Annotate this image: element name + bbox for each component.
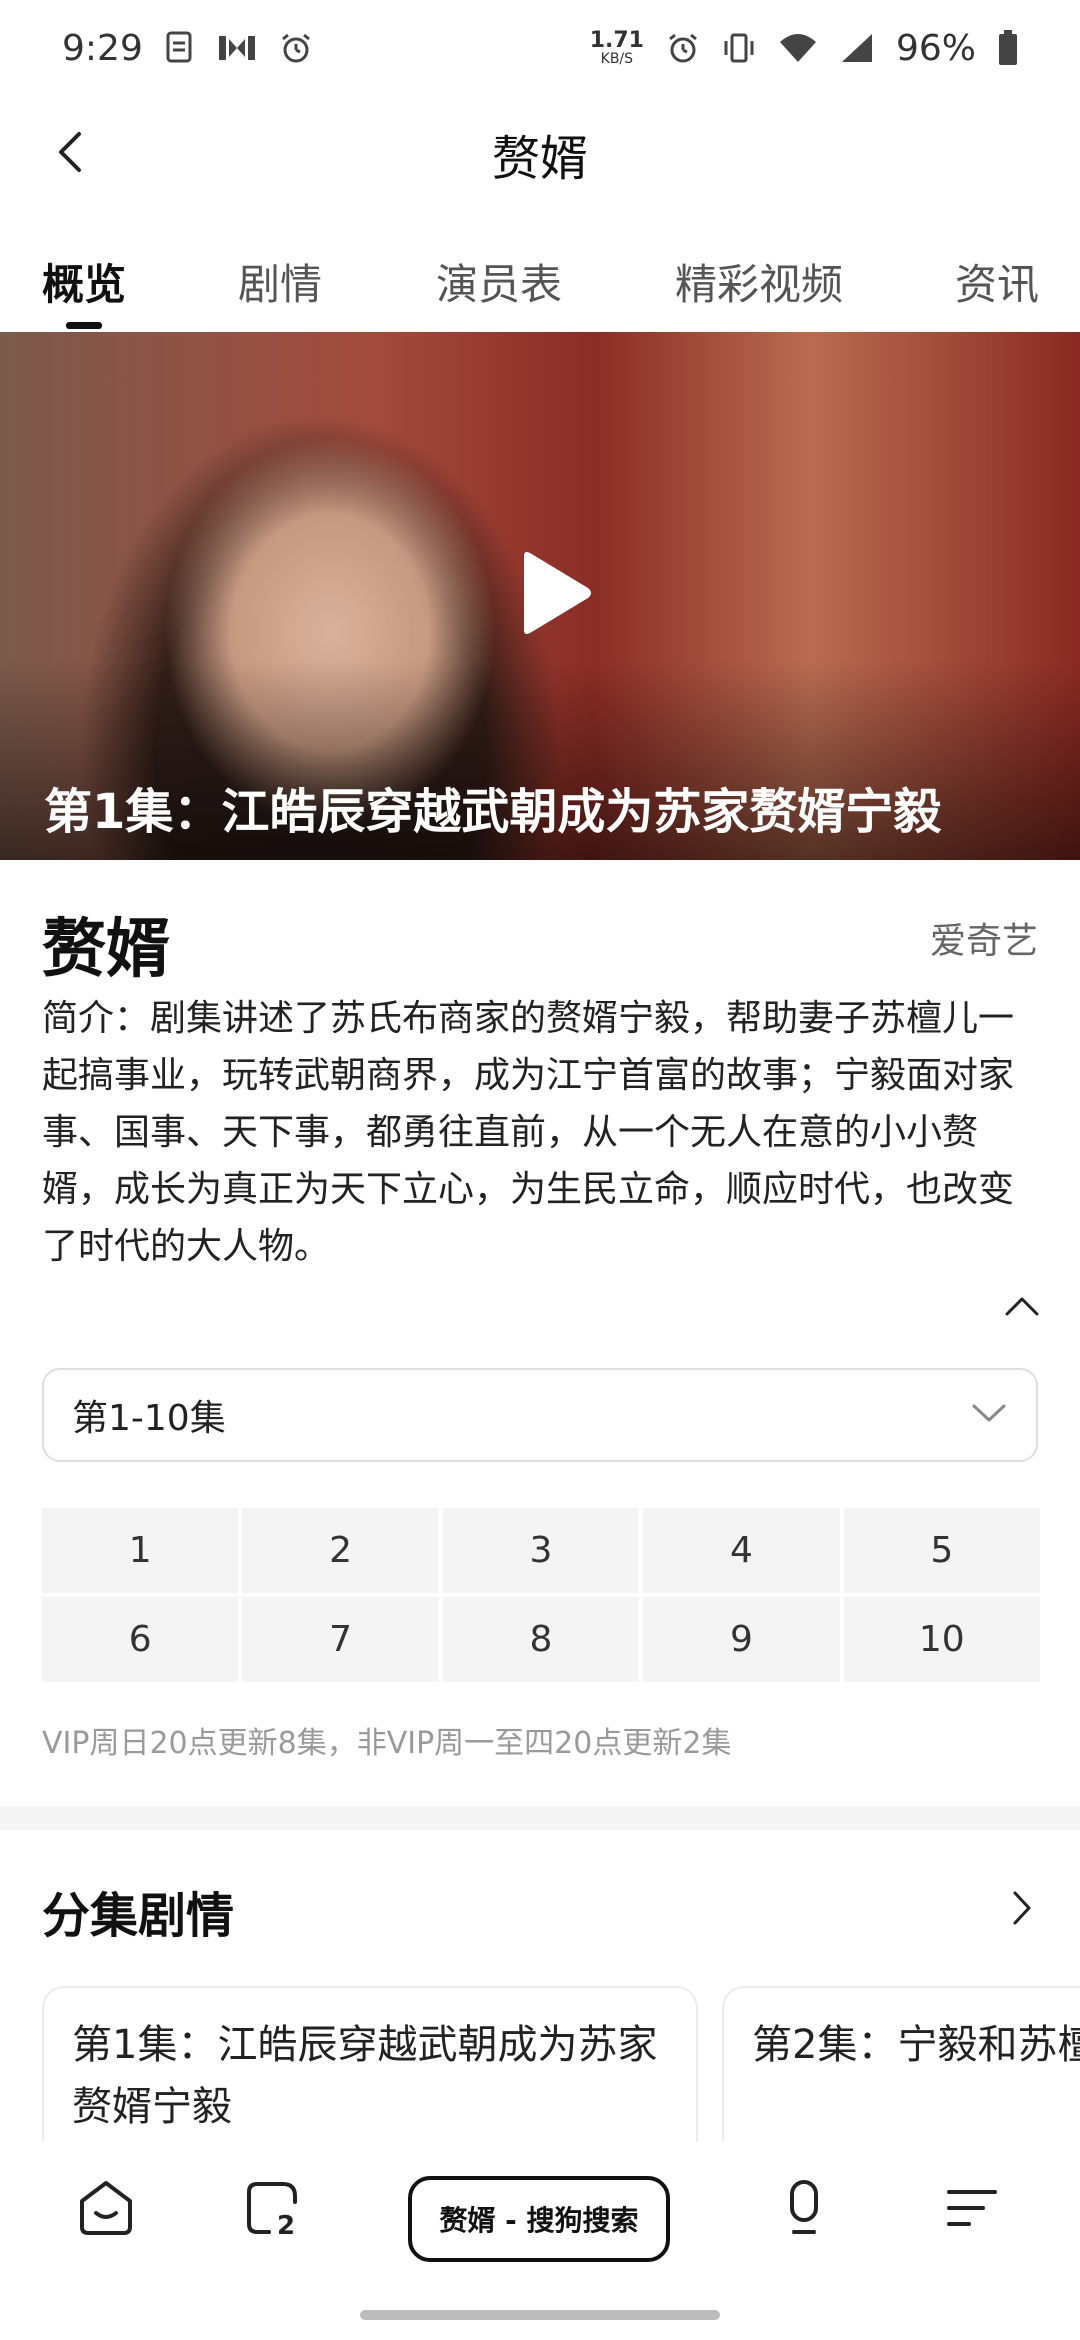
chevron-left-icon — [55, 130, 85, 178]
search-pill-button[interactable]: 赘婿 - 搜狗搜索 — [408, 2176, 670, 2262]
net-speed-value: 1.71 — [589, 28, 644, 53]
battery-percent: 96% — [895, 27, 976, 69]
chevron-down-icon — [972, 1403, 1006, 1427]
media-icon — [217, 33, 257, 63]
alarm-icon — [666, 31, 700, 65]
tabs-button[interactable]: 2 — [234, 2170, 314, 2250]
status-time: 9:29 — [62, 27, 143, 69]
play-icon[interactable] — [508, 550, 594, 636]
alarm-icon — [279, 31, 313, 65]
status-left: 9:29 — [62, 28, 313, 69]
tab-cast[interactable]: 演员表 — [436, 232, 562, 330]
chevron-right-icon — [1012, 1890, 1032, 1930]
episode-button[interactable]: 3 — [442, 1508, 640, 1593]
home-button[interactable] — [66, 2170, 146, 2250]
episode-button[interactable]: 4 — [643, 1508, 840, 1593]
bottom-nav: 2 赘婿 - 搜狗搜索 — [0, 2142, 1080, 2292]
signal-icon — [840, 32, 874, 64]
episode-button[interactable]: 10 — [843, 1597, 1040, 1682]
back-button[interactable] — [40, 124, 100, 184]
video-caption: 第1集：江皓辰穿越武朝成为苏家赘婿宁毅 — [44, 784, 942, 840]
vibrate-icon — [722, 31, 756, 65]
episode-button[interactable]: 7 — [242, 1597, 439, 1682]
synopsis: 简介：剧集讲述了苏氏布商家的赘婿宁毅，帮助妻子苏檀儿一起搞事业，玩转武朝商界，成… — [42, 998, 1015, 1267]
episode-button[interactable]: 9 — [643, 1597, 840, 1682]
update-note: VIP周日20点更新8集，非VIP周一至四20点更新2集 — [42, 1726, 732, 1761]
voice-button[interactable] — [764, 2170, 844, 2250]
tab-videos[interactable]: 精彩视频 — [675, 232, 843, 330]
tab-indicator — [66, 322, 102, 329]
status-right: 1.71 KB/S 96% — [590, 28, 1018, 69]
section-divider — [0, 1806, 1080, 1830]
show-title: 赘婿 — [42, 913, 170, 987]
tab-plot[interactable]: 剧情 — [238, 232, 322, 330]
status-bar: 9:29 1.71 KB/S 96% — [0, 0, 1080, 96]
source-label[interactable]: 爱奇艺 — [930, 912, 1038, 964]
section-title: 分集剧情 — [42, 1888, 235, 1944]
episode-card[interactable]: 第2集：宁毅和苏檀儿启豪捣乱 — [722, 1986, 1080, 2142]
tabs-count-icon: 2 — [243, 2178, 305, 2242]
tab-news[interactable]: 资讯 — [955, 232, 1039, 330]
net-speed-unit: KB/S — [600, 51, 634, 67]
episode-button[interactable]: 1 — [42, 1508, 239, 1593]
video-player[interactable]: 第1集：江皓辰穿越武朝成为苏家赘婿宁毅 — [0, 332, 1080, 860]
document-icon — [165, 31, 195, 65]
page-title: 赘婿 — [491, 131, 588, 187]
episode-range-value: 第1-10集 — [72, 1398, 226, 1439]
svg-text:2: 2 — [277, 2211, 295, 2238]
tab-overview[interactable]: 概览 — [42, 232, 126, 330]
episode-button[interactable]: 5 — [843, 1508, 1040, 1593]
episode-card-list: 第1集：江皓辰穿越武朝成为苏家赘婿宁毅 第2集：宁毅和苏檀儿启豪捣乱 — [42, 1986, 1080, 2142]
home-icon — [76, 2179, 136, 2241]
section-more-button[interactable] — [1004, 1888, 1040, 1932]
episode-grid: 1 2 3 4 5 6 7 8 9 10 — [42, 1508, 1040, 1682]
net-speed: 1.71 KB/S — [589, 28, 644, 67]
episode-button[interactable]: 6 — [42, 1597, 239, 1682]
home-indicator[interactable] — [360, 2310, 720, 2320]
episode-range-select[interactable]: 第1-10集 — [42, 1368, 1038, 1462]
microphone-icon — [782, 2178, 826, 2242]
episode-button[interactable]: 8 — [442, 1597, 640, 1682]
menu-button[interactable] — [932, 2170, 1012, 2250]
episode-button[interactable]: 2 — [242, 1508, 439, 1593]
battery-icon — [998, 30, 1018, 66]
menu-icon — [945, 2186, 999, 2234]
collapse-button[interactable] — [1000, 1290, 1044, 1326]
episode-card[interactable]: 第1集：江皓辰穿越武朝成为苏家赘婿宁毅 — [42, 1986, 698, 2142]
header: 赘婿 — [0, 96, 1080, 212]
wifi-icon — [778, 32, 818, 64]
chevron-up-icon — [1004, 1295, 1040, 1321]
tab-bar: 概览 剧情 演员表 精彩视频 资讯 — [0, 232, 1080, 330]
